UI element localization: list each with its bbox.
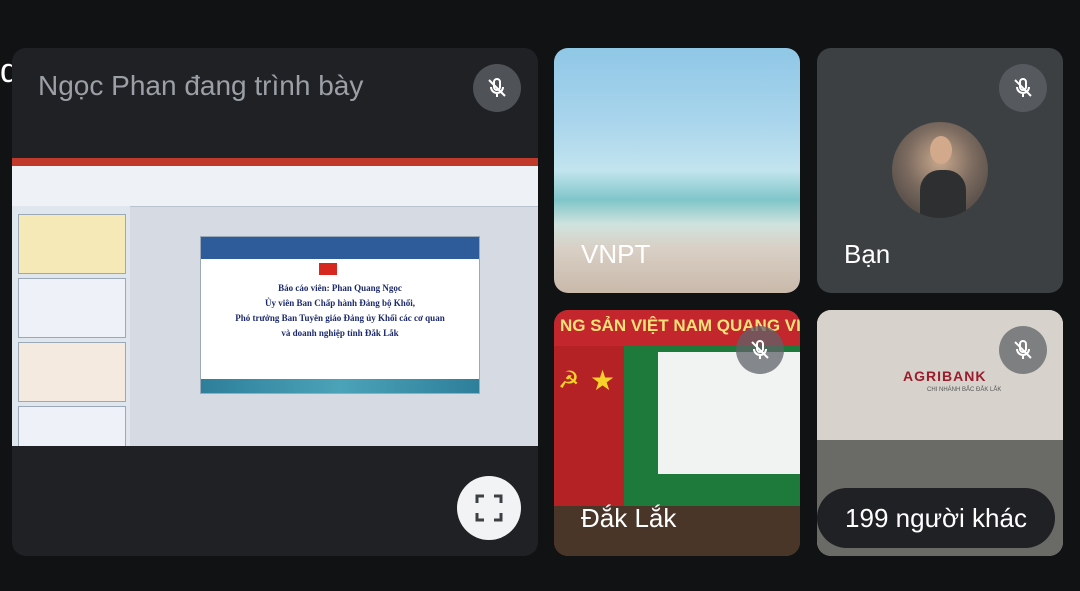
- avatar: [892, 122, 988, 218]
- presenting-label: Ngọc Phan đang trình bày: [38, 70, 364, 101]
- slide-line: Ủy viên Ban Chấp hành Đảng bộ Khối,: [264, 298, 416, 308]
- mic-off-icon: [999, 64, 1047, 112]
- slide-thumbnail: [18, 278, 126, 338]
- slide-line: và doanh nghiệp tỉnh Đắk Lắk: [281, 328, 399, 338]
- slide-thumbnail: [18, 214, 126, 274]
- projector-screen: [658, 352, 800, 474]
- slide-line: Phó trưởng Ban Tuyên giáo Đảng ủy Khối c…: [235, 313, 445, 323]
- ppt-titlebar: [12, 158, 538, 166]
- hammer-sickle-icon: ☭: [558, 367, 580, 394]
- avatar-head: [930, 136, 952, 164]
- slide-footer-band: [201, 379, 479, 393]
- participant-tile-daklak[interactable]: NG SẢN VIỆT NAM QUANG VINH MU ★ ☭ Đắk Lắ…: [554, 310, 800, 556]
- participant-name: Đắk Lắk: [581, 503, 677, 533]
- slide-thumbnail: [18, 342, 126, 402]
- other-participants-button[interactable]: 199 người khác: [817, 488, 1055, 548]
- fullscreen-icon: [475, 494, 503, 522]
- mic-off-icon: [473, 64, 521, 112]
- participant-name: VNPT: [581, 239, 651, 269]
- slide-thumbnail: [18, 406, 126, 446]
- slide-header-band: [201, 237, 479, 259]
- ppt-ribbon: [12, 166, 538, 207]
- flag-icon: [319, 263, 337, 275]
- mic-off-icon: [736, 326, 784, 374]
- current-slide: Báo cáo viên: Phan Quang Ngọc Ủy viên Ba…: [200, 236, 480, 394]
- agribank-branch: CHI NHÁNH BẮC ĐẮK LẮK: [927, 387, 1002, 393]
- fullscreen-button[interactable]: [457, 476, 521, 540]
- other-participants-label: 199 người khác: [845, 502, 1027, 533]
- avatar-body: [920, 170, 966, 218]
- slide-text: Báo cáo viên: Phan Quang Ngọc Ủy viên Ba…: [211, 281, 469, 341]
- shared-screen: Báo cáo viên: Phan Quang Ngọc Ủy viên Ba…: [12, 158, 538, 446]
- mic-off-icon: [999, 326, 1047, 374]
- ppt-slide-panel: [12, 206, 130, 446]
- star-icon: ★: [590, 365, 616, 396]
- slide-line: Báo cáo viên: Phan Quang Ngọc: [278, 283, 402, 293]
- agribank-logo: AGRIBANK: [903, 368, 987, 384]
- participant-tile-vnpt[interactable]: VNPT: [554, 48, 800, 293]
- participant-name: Bạn: [844, 239, 891, 269]
